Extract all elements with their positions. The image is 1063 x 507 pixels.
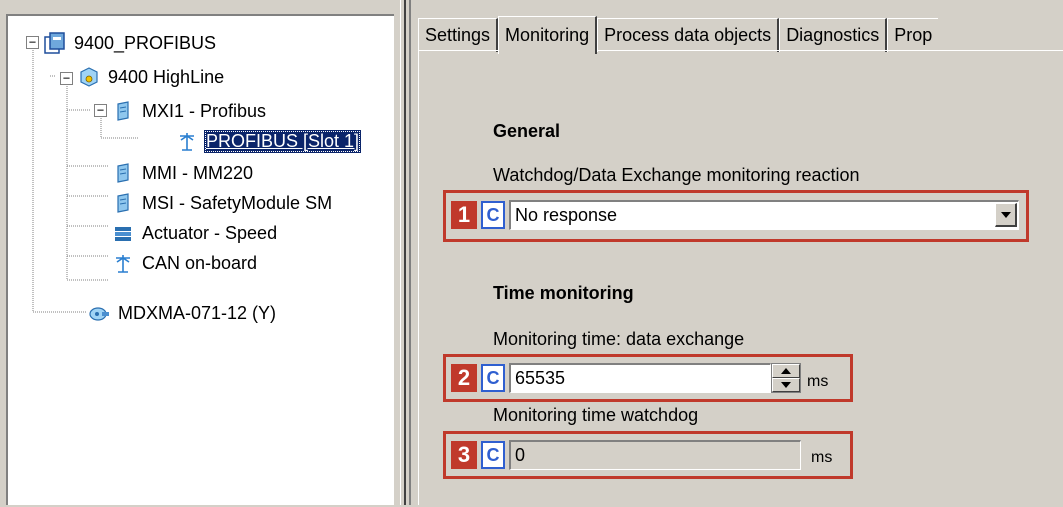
unit-label: ms bbox=[811, 449, 833, 466]
tree-item-project[interactable]: 9400_PROFIBUS bbox=[44, 28, 218, 58]
tree-item-mxi1-profibus[interactable]: MXI1 - Profibus bbox=[112, 96, 268, 126]
network-icon bbox=[180, 133, 194, 151]
spin-down-button[interactable] bbox=[772, 378, 800, 392]
tab-properties[interactable]: Prop bbox=[887, 18, 939, 52]
tree-item-label: PROFIBUS [Slot 1] bbox=[204, 129, 362, 153]
tab-process-data-objects[interactable]: Process data objects bbox=[597, 18, 780, 52]
watchdog-reaction-select[interactable]: No response bbox=[509, 200, 1019, 230]
properties-pane: Settings Monitoring Process data objects… bbox=[414, 0, 1063, 505]
tree-item-profibus-slot1[interactable]: PROFIBUS [Slot 1] bbox=[176, 126, 362, 156]
tab-monitoring[interactable]: Monitoring bbox=[498, 16, 598, 54]
unit-label: ms bbox=[807, 373, 829, 390]
c-button-watchdog[interactable]: C bbox=[481, 441, 505, 469]
watchdog-time-label: Monitoring time watchdog bbox=[493, 405, 699, 425]
arrow-down-icon bbox=[781, 382, 791, 388]
selected-value: No response bbox=[515, 205, 618, 225]
tree-item-msi-safetymodule[interactable]: MSI - SafetyModule SM bbox=[112, 188, 334, 218]
tree-item-can-onboard[interactable]: CAN on-board bbox=[112, 248, 259, 278]
arrow-up-icon bbox=[781, 368, 791, 374]
project-tree: − − − 9400_PROFIBUS 9400 HighLine MXI1 -… bbox=[6, 14, 394, 505]
general-heading: General bbox=[493, 121, 561, 141]
collapse-toggle-project[interactable]: − bbox=[26, 36, 39, 49]
collapse-toggle-highline[interactable]: − bbox=[60, 72, 73, 85]
tree-item-motor[interactable]: MDXMA-071-12 (Y) bbox=[88, 298, 278, 328]
controller-icon bbox=[80, 67, 98, 87]
tree-item-9400-highline[interactable]: 9400 HighLine bbox=[78, 62, 226, 92]
tree-item-label: MMI - MM220 bbox=[142, 162, 254, 183]
tree-item-label: MSI - SafetyModule SM bbox=[142, 192, 333, 213]
tree-item-label: MDXMA-071-12 (Y) bbox=[118, 302, 277, 323]
tree-item-label: 9400 HighLine bbox=[108, 66, 225, 87]
module-icon bbox=[117, 101, 129, 121]
tree-item-label: 9400_PROFIBUS bbox=[74, 32, 217, 53]
module-icon bbox=[117, 163, 129, 183]
c-button-data-exchange[interactable]: C bbox=[481, 364, 505, 392]
tree-item-label: CAN on-board bbox=[142, 252, 258, 273]
callout-badge-3: 3 bbox=[451, 441, 477, 469]
collapse-toggle-mxi1[interactable]: − bbox=[94, 104, 107, 117]
data-exchange-time-input[interactable] bbox=[509, 363, 771, 393]
tab-diagnostics[interactable]: Diagnostics bbox=[779, 18, 888, 52]
callout-badge-1: 1 bbox=[451, 201, 477, 229]
pane-splitter[interactable] bbox=[400, 0, 414, 505]
module-icon bbox=[117, 193, 129, 213]
data-exchange-time-label: Monitoring time: data exchange bbox=[493, 329, 745, 349]
tab-bar: Settings Monitoring Process data objects… bbox=[418, 14, 1063, 54]
tree-item-label: MXI1 - Profibus bbox=[142, 100, 267, 121]
project-tree-pane: − − − 9400_PROFIBUS 9400 HighLine MXI1 -… bbox=[0, 0, 400, 505]
actuator-icon bbox=[115, 227, 131, 241]
time-monitoring-heading: Time monitoring bbox=[493, 283, 634, 303]
project-icon bbox=[44, 32, 65, 54]
tree-item-actuator-speed[interactable]: Actuator - Speed bbox=[112, 218, 279, 248]
watchdog-time-input bbox=[509, 440, 801, 470]
tree-item-mmi-mm220[interactable]: MMI - MM220 bbox=[112, 158, 255, 188]
tab-settings[interactable]: Settings bbox=[418, 18, 499, 52]
spin-up-button[interactable] bbox=[772, 364, 800, 378]
motor-icon bbox=[89, 307, 109, 321]
dropdown-button[interactable] bbox=[995, 203, 1017, 227]
watchdog-reaction-label: Watchdog/Data Exchange monitoring reacti… bbox=[493, 165, 860, 185]
callout-badge-2: 2 bbox=[451, 364, 477, 392]
chevron-down-icon bbox=[1000, 211, 1011, 218]
c-button-reaction[interactable]: C bbox=[481, 201, 505, 229]
monitoring-tab-content: General Watchdog/Data Exchange monitorin… bbox=[418, 50, 1063, 505]
data-exchange-spinner[interactable] bbox=[771, 363, 801, 393]
tree-item-label: Actuator - Speed bbox=[142, 222, 278, 243]
network-icon bbox=[116, 255, 130, 273]
